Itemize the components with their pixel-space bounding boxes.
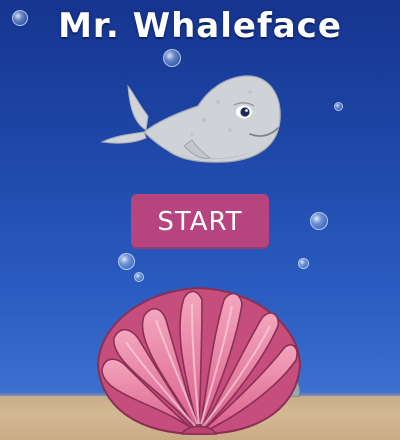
bubble bbox=[298, 258, 309, 269]
bubble bbox=[163, 49, 181, 67]
game-start-screen: Mr. Whaleface START bbox=[0, 0, 400, 440]
bubble bbox=[134, 272, 144, 282]
game-title: Mr. Whaleface bbox=[58, 6, 342, 46]
bubble bbox=[12, 10, 28, 26]
start-button[interactable]: START bbox=[131, 194, 269, 249]
bubble bbox=[310, 212, 328, 230]
bubble bbox=[334, 102, 343, 111]
whale-icon bbox=[100, 75, 281, 163]
bubble bbox=[118, 253, 135, 270]
seashell-icon bbox=[96, 286, 302, 436]
